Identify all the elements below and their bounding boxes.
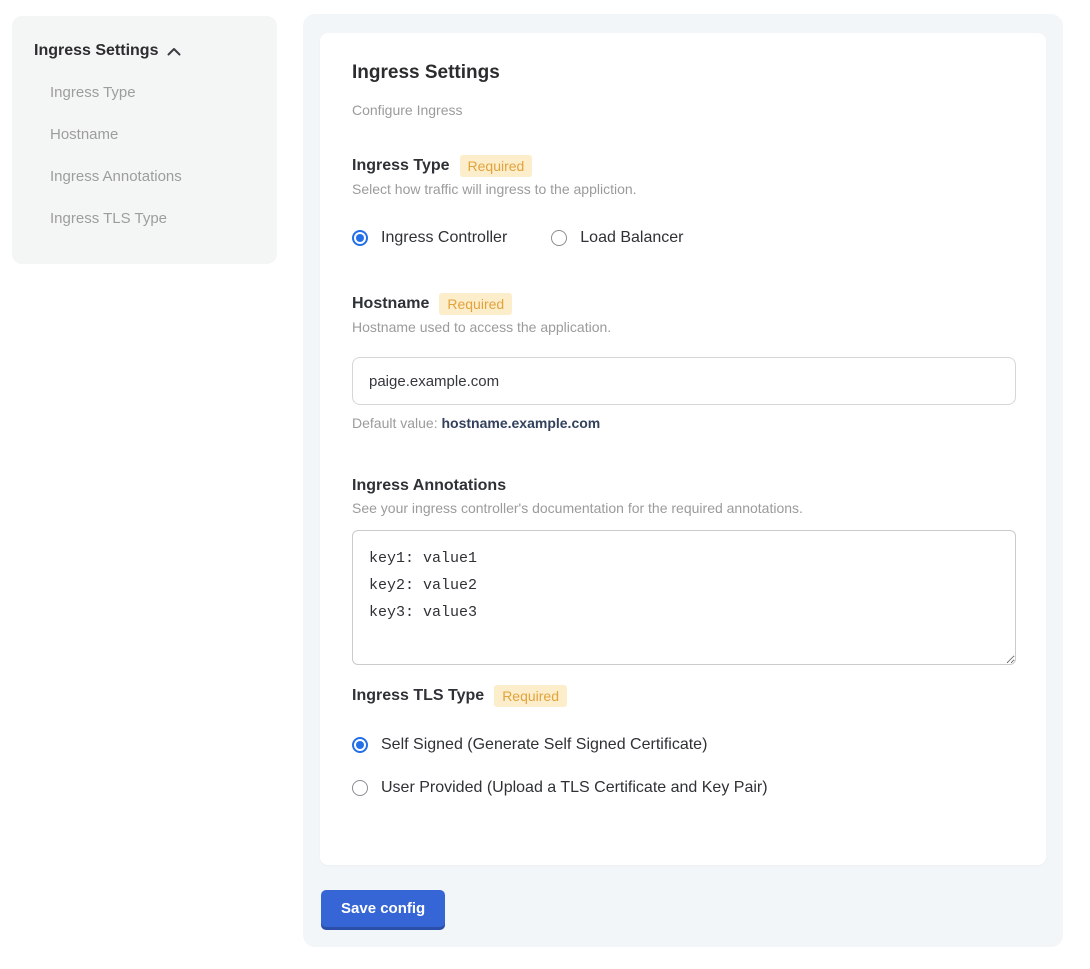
radio-label: Ingress Controller — [381, 228, 507, 247]
ingress-type-title: Ingress Type — [352, 156, 450, 176]
sidebar-item-ingress-tls-type[interactable]: Ingress TLS Type — [50, 209, 257, 229]
radio-load-balancer[interactable]: Load Balancer — [551, 228, 683, 247]
hostname-default-line: Default value: hostname.example.com — [352, 415, 1014, 432]
card-title: Ingress Settings — [352, 61, 1014, 84]
sidebar-group-header[interactable]: Ingress Settings — [34, 41, 257, 61]
section-ingress-tls-type: Ingress TLS Type Required Self Signed (G… — [352, 685, 1014, 797]
radio-label: Self Signed (Generate Self Signed Certif… — [381, 735, 707, 754]
sidebar-item-ingress-type[interactable]: Ingress Type — [50, 83, 257, 103]
hostname-help: Hostname used to access the application. — [352, 319, 1014, 336]
card-subtitle: Configure Ingress — [352, 102, 1014, 118]
annotations-title: Ingress Annotations — [352, 476, 506, 496]
ingress-type-radio-group: Ingress Controller Load Balancer — [352, 228, 1014, 247]
radio-label: Load Balancer — [580, 228, 683, 247]
hostname-title: Hostname — [352, 294, 429, 314]
hostname-input[interactable] — [352, 357, 1016, 405]
config-panel: Ingress Settings Configure Ingress Ingre… — [303, 14, 1063, 947]
radio-user-provided[interactable]: User Provided (Upload a TLS Certificate … — [352, 778, 1014, 797]
tls-type-radio-group: Self Signed (Generate Self Signed Certif… — [352, 735, 1014, 797]
ingress-settings-card: Ingress Settings Configure Ingress Ingre… — [320, 33, 1046, 865]
radio-label: User Provided (Upload a TLS Certificate … — [381, 778, 768, 797]
radio-button-icon[interactable] — [551, 230, 567, 246]
sidebar-item-ingress-annotations[interactable]: Ingress Annotations — [50, 167, 257, 187]
section-hostname: Hostname Required Hostname used to acces… — [352, 293, 1014, 432]
section-ingress-type: Ingress Type Required Select how traffic… — [352, 155, 1014, 247]
default-value-label: Default value: — [352, 415, 438, 431]
annotations-help: See your ingress controller's documentat… — [352, 500, 1014, 517]
chevron-up-icon[interactable] — [166, 46, 182, 57]
radio-ingress-controller[interactable]: Ingress Controller — [352, 228, 507, 247]
ingress-type-help: Select how traffic will ingress to the a… — [352, 181, 1014, 198]
sidebar-group-title: Ingress Settings — [34, 41, 158, 61]
radio-button-icon[interactable] — [352, 780, 368, 796]
save-config-button[interactable]: Save config — [321, 890, 445, 927]
radio-button-icon[interactable] — [352, 737, 368, 753]
sidebar-item-hostname[interactable]: Hostname — [50, 125, 257, 145]
default-value-text: hostname.example.com — [442, 415, 601, 431]
radio-button-icon[interactable] — [352, 230, 368, 246]
page: Ingress Settings Ingress Type Hostname I… — [0, 0, 1090, 969]
sidebar-nav: Ingress Type Hostname Ingress Annotation… — [34, 83, 257, 229]
settings-sidebar: Ingress Settings Ingress Type Hostname I… — [12, 16, 277, 264]
annotations-textarea[interactable]: key1: value1 key2: value2 key3: value3 — [352, 530, 1016, 665]
required-badge: Required — [494, 685, 567, 707]
tls-type-title: Ingress TLS Type — [352, 686, 484, 706]
required-badge: Required — [460, 155, 533, 177]
section-ingress-annotations: Ingress Annotations See your ingress con… — [352, 476, 1014, 665]
radio-self-signed[interactable]: Self Signed (Generate Self Signed Certif… — [352, 735, 1014, 754]
required-badge: Required — [439, 293, 512, 315]
